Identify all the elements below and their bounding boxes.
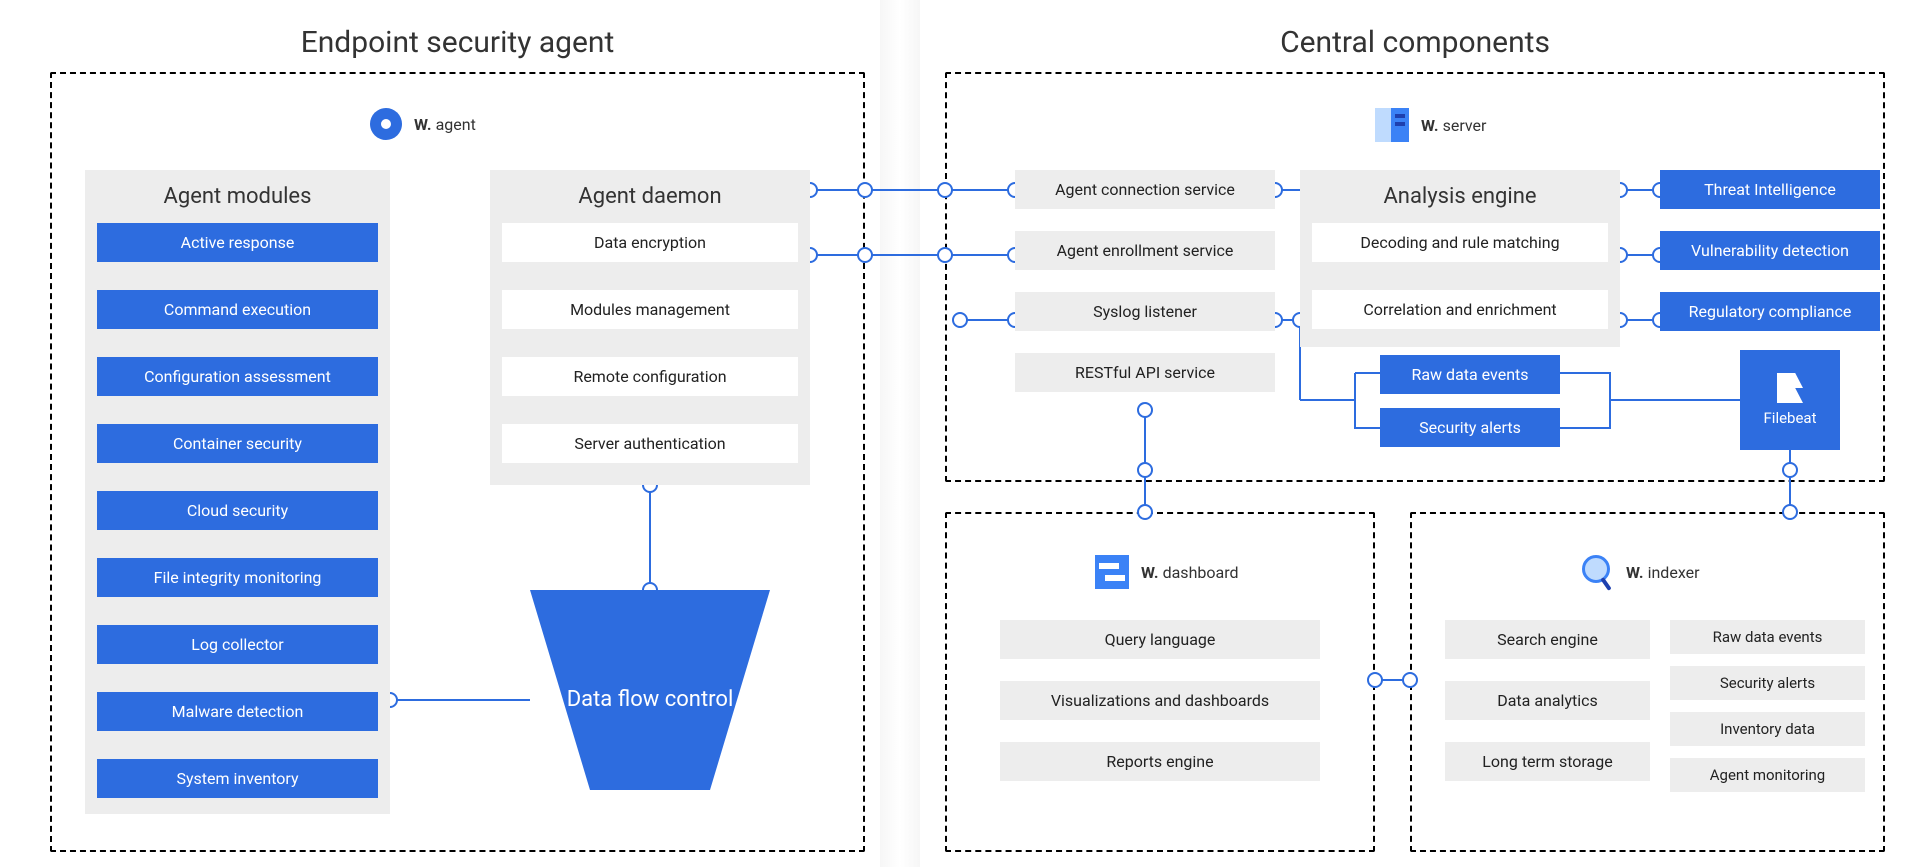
server-brand-row: W.server: [1375, 108, 1486, 142]
service-item-3: RESTful API service: [1015, 353, 1275, 392]
filebeat-box: Filebeat: [1740, 350, 1840, 450]
indexer-left-item-1: Data analytics: [1445, 681, 1650, 720]
indexer-right-item-2: Inventory data: [1670, 712, 1865, 746]
indexer-right-item-1: Security alerts: [1670, 666, 1865, 700]
side-feature-0: Threat Intelligence: [1660, 170, 1880, 209]
endpoint-title: Endpoint security agent: [50, 25, 865, 60]
module-item-2: Configuration assessment: [97, 357, 378, 396]
indexer-right-col: Raw data events Security alerts Inventory …: [1670, 620, 1865, 792]
indexer-left-item-0: Search engine: [1445, 620, 1650, 659]
dashboard-item-1: Visualizations and dashboards: [1000, 681, 1320, 720]
analysis-item-0: Decoding and rule matching: [1312, 223, 1608, 262]
agent-brand-row: W.agent: [370, 108, 476, 140]
daemon-item-3: Server authentication: [502, 424, 798, 463]
analysis-engine-box: Analysis engine Decoding and rule matchi…: [1300, 170, 1620, 347]
module-item-6: Log collector: [97, 625, 378, 664]
server-services-col: Agent connection service Agent enrollment…: [1015, 170, 1275, 392]
dashboard-brand-name: dashboard: [1163, 563, 1239, 582]
agent-modules-box: Agent modules Active response Command exe…: [85, 170, 390, 814]
pill-security-alerts: Security alerts: [1380, 408, 1560, 447]
dashboard-items-col: Query language Visualizations and dashboa…: [1000, 620, 1320, 781]
filebeat-icon: [1777, 373, 1803, 403]
module-item-3: Container security: [97, 424, 378, 463]
agent-daemon-box: Agent daemon Data encryption Modules mana…: [490, 170, 810, 485]
agent-icon: [370, 108, 402, 140]
side-features-col: Threat Intelligence Vulnerability detecti…: [1660, 170, 1880, 331]
indexer-brand-row: W.indexer: [1580, 555, 1700, 589]
module-item-0: Active response: [97, 223, 378, 262]
daemon-item-2: Remote configuration: [502, 357, 798, 396]
dashboard-item-2: Reports engine: [1000, 742, 1320, 781]
indexer-brand-prefix: W.: [1626, 563, 1644, 582]
module-item-1: Command execution: [97, 290, 378, 329]
daemon-item-1: Modules management: [502, 290, 798, 329]
service-item-1: Agent enrollment service: [1015, 231, 1275, 270]
dashboard-brand-row: W.dashboard: [1095, 555, 1238, 589]
pill-raw-data-events: Raw data events: [1380, 355, 1560, 394]
dashboard-item-0: Query language: [1000, 620, 1320, 659]
module-item-7: Malware detection: [97, 692, 378, 731]
service-item-0: Agent connection service: [1015, 170, 1275, 209]
server-brand-prefix: W.: [1421, 116, 1439, 135]
agent-modules-title: Agent modules: [97, 184, 378, 209]
module-item-5: File integrity monitoring: [97, 558, 378, 597]
side-feature-2: Regulatory compliance: [1660, 292, 1880, 331]
server-brand-name: server: [1443, 116, 1487, 135]
indexer-right-item-3: Agent monitoring: [1670, 758, 1865, 792]
indexer-right-item-0: Raw data events: [1670, 620, 1865, 654]
dashboard-icon: [1095, 555, 1129, 589]
agent-brand-name: agent: [436, 115, 476, 134]
funnel-label: Data flow control: [567, 686, 734, 715]
data-flow-funnel: Data flow control: [530, 590, 770, 790]
indexer-left-item-2: Long term storage: [1445, 742, 1650, 781]
service-item-2: Syslog listener: [1015, 292, 1275, 331]
server-icon: [1375, 108, 1409, 142]
central-title: Central components: [945, 25, 1885, 60]
side-feature-1: Vulnerability detection: [1660, 231, 1880, 270]
analysis-engine-title: Analysis engine: [1312, 184, 1608, 209]
daemon-item-0: Data encryption: [502, 223, 798, 262]
agent-brand-prefix: W.: [414, 115, 432, 134]
dashboard-brand-prefix: W.: [1141, 563, 1159, 582]
indexer-brand-name: indexer: [1648, 563, 1700, 582]
panel-divider: [880, 0, 920, 867]
filebeat-label: Filebeat: [1764, 409, 1817, 427]
indexer-left-col: Search engine Data analytics Long term sto…: [1445, 620, 1650, 781]
module-item-4: Cloud security: [97, 491, 378, 530]
agent-daemon-title: Agent daemon: [502, 184, 798, 209]
raw-data-events-box: Raw data events: [1380, 355, 1560, 394]
module-item-8: System inventory: [97, 759, 378, 798]
indexer-icon: [1580, 555, 1614, 589]
analysis-item-1: Correlation and enrichment: [1312, 290, 1608, 329]
security-alerts-box: Security alerts: [1380, 408, 1560, 447]
